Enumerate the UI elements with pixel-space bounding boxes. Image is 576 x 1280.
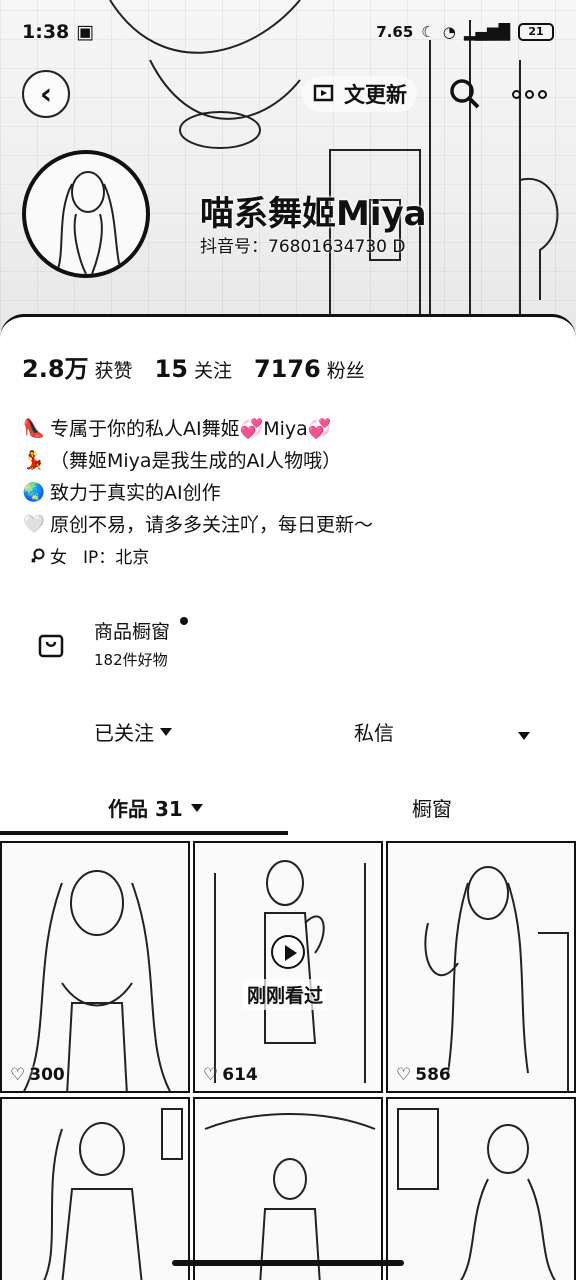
- bio-text: 专属于你的私人AI舞姬💞Miya💞: [50, 418, 332, 440]
- wifi-icon: ◔: [442, 23, 456, 41]
- nickname: 喵系舞姬Miya: [200, 194, 427, 234]
- gallery-icon: ▣: [76, 21, 94, 43]
- tab-works-label: 作品 31: [108, 797, 183, 821]
- stats-row: 2.8万 获赞 15 关注 7176 粉丝: [22, 349, 387, 384]
- network-speed: 7.65: [376, 23, 414, 41]
- chevron-left-icon: ‹: [39, 76, 53, 112]
- shopping-bag-icon: [38, 634, 64, 658]
- profile-card: 2.8万 获赞 15 关注 7176 粉丝 👠 专属于你的私人AI舞姬💞Miya…: [0, 314, 576, 1280]
- female-icon: [31, 548, 45, 563]
- followed-label: 已关注: [94, 721, 154, 745]
- battery-icon: 21: [518, 23, 554, 41]
- caret-down-icon: [190, 803, 203, 812]
- more-dot: [525, 89, 534, 99]
- heart-outline-icon: ♡: [203, 1065, 219, 1085]
- video-grid: ♡ 300 刚刚看过 ♡ 614 ♡ 586: [0, 841, 576, 1280]
- more-dot: [538, 89, 547, 99]
- message-label: 私信: [354, 721, 394, 745]
- play-icon: [271, 935, 305, 969]
- caret-down-icon: [518, 732, 530, 740]
- status-time: 1:38: [22, 21, 70, 43]
- bio-text: 原创不易，请多多关注吖，每日更新～: [50, 514, 374, 536]
- followers-count[interactable]: 7176: [254, 355, 321, 383]
- recently-watched-badge: 刚刚看过: [243, 979, 328, 1010]
- like-count-value: 586: [415, 1065, 451, 1085]
- like-count-value: 614: [222, 1065, 258, 1085]
- followed-button[interactable]: 已关注: [94, 717, 172, 746]
- video-thumbnail: [397, 1107, 557, 1280]
- video-thumbnail: [204, 1112, 376, 1280]
- bio-line: 🤍 原创不易，请多多关注吖，每日更新～: [22, 509, 373, 541]
- update-button[interactable]: 文更新: [302, 76, 417, 112]
- bio: 👠 专属于你的私人AI舞姬💞Miya💞 💃 （舞姬Miya是我生成的AI人物哦）…: [22, 413, 373, 541]
- video-tile[interactable]: [0, 1096, 190, 1280]
- new-dot-icon: [180, 617, 188, 625]
- like-count: ♡ 300: [10, 1065, 65, 1085]
- bio-text: （舞姬Miya是我生成的AI人物哦）: [50, 450, 342, 472]
- douyin-id[interactable]: 抖音号：76801634730 D: [200, 232, 405, 257]
- video-thumbnail: [424, 866, 569, 1091]
- video-tile[interactable]: [386, 1096, 576, 1280]
- search-icon: [450, 79, 480, 109]
- profile-banner: 1:38 ▣ 7.65 ☾ ◔ ▂▄▆█ 21 ‹ 文更新 喵系舞姬Miya 抖…: [0, 0, 576, 330]
- shop-title: 商品橱窗: [94, 621, 171, 643]
- bio-line: 🌏 致力于真实的AI创作: [22, 477, 373, 509]
- top-bar: ‹ 文更新: [0, 70, 576, 118]
- gender-label: 女: [50, 548, 67, 568]
- back-button[interactable]: ‹: [22, 70, 70, 118]
- search-button[interactable]: [448, 76, 482, 112]
- following-label: 关注: [193, 360, 232, 382]
- home-indicator[interactable]: [172, 1260, 404, 1266]
- heart-outline-icon: ♡: [396, 1065, 412, 1085]
- ip-location: IP：北京: [83, 548, 150, 568]
- avatar-illustration: [55, 171, 123, 274]
- gender-tag: 女: [30, 543, 67, 568]
- more-button[interactable]: [512, 82, 552, 106]
- like-count-value: 300: [29, 1065, 65, 1085]
- heel-icon: 👠: [22, 418, 46, 439]
- tab-works[interactable]: 作品 31: [108, 793, 203, 822]
- like-count: ♡ 586: [396, 1065, 451, 1085]
- tab-showcase[interactable]: 橱窗: [412, 793, 452, 822]
- globe-icon: 🌏: [22, 482, 46, 503]
- update-icon: [313, 84, 334, 102]
- shop-window-entry[interactable]: 商品橱窗 182件好物: [36, 615, 336, 677]
- content-tabs: 作品 31 橱窗: [0, 793, 576, 839]
- message-button[interactable]: 私信: [354, 717, 394, 746]
- video-tile[interactable]: [193, 1096, 383, 1280]
- status-bar: 1:38 ▣ 7.65 ☾ ◔ ▂▄▆█ 21: [0, 14, 576, 50]
- profile-meta: 女 IP：北京: [30, 543, 149, 568]
- avatar[interactable]: [22, 150, 150, 278]
- likes-count[interactable]: 2.8万: [22, 349, 89, 384]
- signal-icon: ▂▄▆█: [463, 23, 510, 41]
- video-tile[interactable]: ♡ 586: [386, 841, 576, 1093]
- following-count[interactable]: 15: [155, 355, 188, 383]
- tab-active-indicator: [0, 831, 288, 835]
- bio-line: 💃 （舞姬Miya是我生成的AI人物哦）: [22, 445, 373, 477]
- video-thumbnail: [42, 1107, 183, 1280]
- followers-label: 粉丝: [326, 360, 365, 382]
- caret-down-icon: [160, 727, 172, 736]
- bio-text: 致力于真实的AI创作: [50, 482, 221, 504]
- video-thumbnail: [22, 870, 172, 1091]
- tab-showcase-label: 橱窗: [412, 797, 452, 821]
- video-tile[interactable]: 刚刚看过 ♡ 614: [193, 841, 383, 1093]
- more-icon: [512, 89, 521, 99]
- action-row: 已关注 私信: [0, 711, 576, 751]
- moon-icon: ☾: [421, 23, 435, 41]
- shop-subtitle: 182件好物: [94, 651, 168, 669]
- heart-icon: 🤍: [22, 514, 46, 535]
- more-options-button[interactable]: [518, 721, 530, 745]
- heart-outline-icon: ♡: [10, 1065, 26, 1085]
- update-label: 文更新: [344, 83, 407, 107]
- video-tile[interactable]: ♡ 300: [0, 841, 190, 1093]
- likes-label: 获赞: [94, 360, 133, 382]
- like-count: ♡ 614: [203, 1065, 258, 1085]
- bio-line: 👠 专属于你的私人AI舞姬💞Miya💞: [22, 413, 373, 445]
- dancer-icon: 💃: [22, 450, 46, 471]
